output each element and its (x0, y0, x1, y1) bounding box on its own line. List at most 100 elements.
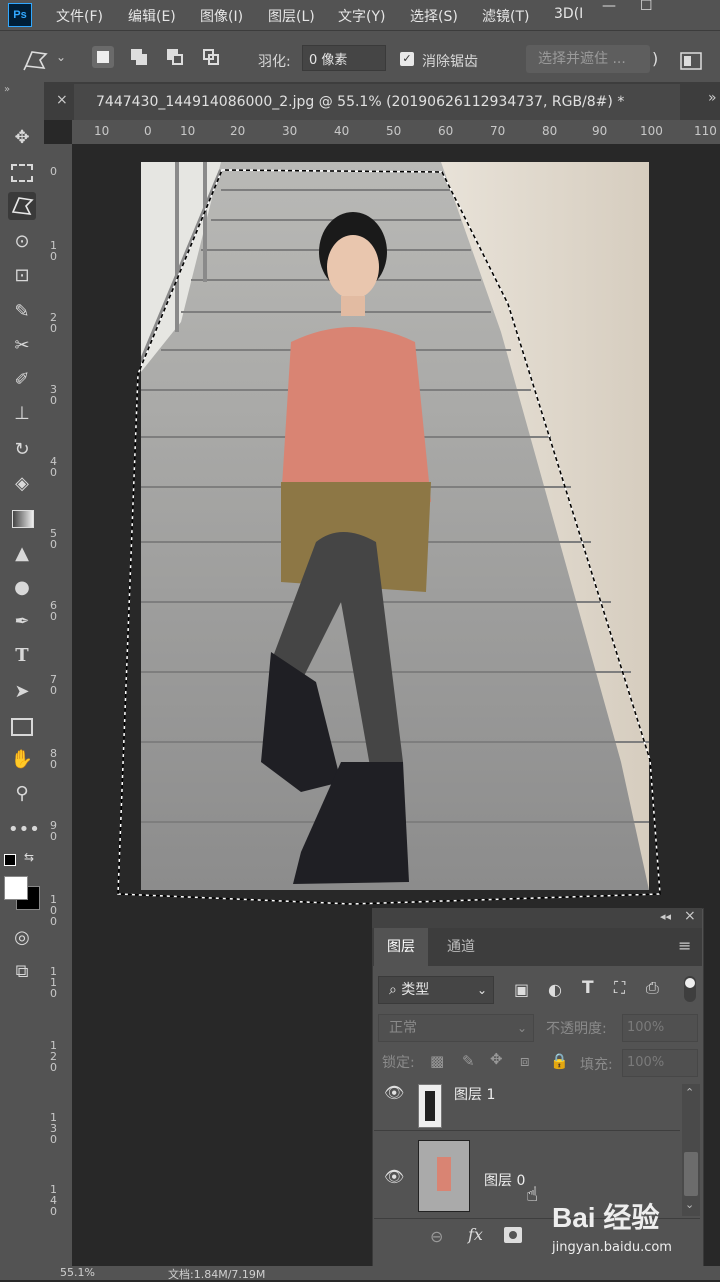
screen-mode-icon[interactable]: ⧉ (8, 958, 36, 986)
tab-layers[interactable]: 图层 (374, 928, 428, 966)
path-select-icon[interactable]: ➤ (8, 678, 36, 706)
minimize-button[interactable]: — (602, 0, 616, 14)
scrollbar-thumb[interactable] (684, 1152, 698, 1196)
select-and-mask-button[interactable]: 选择并遮住 ... (526, 45, 650, 73)
chevron-right-icon[interactable]: ) (652, 49, 658, 68)
layer-thumbnail (418, 1084, 442, 1128)
layer-row[interactable]: 👁 图层 1 (374, 1080, 680, 1131)
menu-image[interactable]: 图像(I) (200, 6, 243, 26)
panel-menu-icon[interactable]: ≡ (678, 936, 691, 955)
close-icon[interactable]: × (684, 908, 696, 924)
rectangle-icon[interactable] (8, 712, 36, 740)
opacity-input[interactable]: 100% (622, 1014, 698, 1042)
feather-label: 羽化: (258, 54, 291, 70)
chevron-down-icon: ⌄ (476, 983, 487, 997)
feather-input[interactable]: 0 像素 (302, 45, 386, 71)
menu-type[interactable]: 文字(Y) (338, 6, 385, 26)
panel-header: ◂◂ × (372, 908, 702, 928)
shape-filter-icon[interactable]: ⛶ (614, 978, 625, 998)
close-icon[interactable]: × (56, 92, 68, 108)
add-selection-button[interactable] (128, 46, 150, 68)
default-colors-icon[interactable] (4, 854, 16, 866)
chevron-right-icon[interactable]: » (708, 90, 717, 106)
antialias-label: 消除锯齿 (422, 54, 478, 70)
quick-select-icon[interactable]: ⊙ (8, 228, 36, 256)
menu-3d[interactable]: 3D(I (554, 6, 583, 22)
smart-object-filter-icon[interactable]: ⎙ (646, 978, 659, 998)
fill-label: 填充: (580, 1057, 613, 1073)
layer-name[interactable]: 图层 1 (454, 1084, 495, 1104)
lock-position-icon[interactable]: ✥ (490, 1050, 503, 1068)
menu-filter[interactable]: 滤镜(T) (482, 6, 529, 26)
fill-input[interactable]: 100% (622, 1049, 698, 1077)
type-filter-icon[interactable]: T (582, 978, 594, 998)
subtract-selection-button[interactable] (164, 46, 186, 68)
eye-icon[interactable]: 👁 (384, 1085, 404, 1101)
image-filter-icon[interactable]: ▣ (514, 980, 529, 999)
chevron-down-icon[interactable]: ⌄ (56, 50, 66, 64)
lasso-preset-icon[interactable] (22, 48, 50, 72)
chevron-up-icon[interactable]: ⌃ (685, 1086, 694, 1099)
lock-artboard-icon[interactable]: ⧈ (520, 1052, 530, 1070)
ruler-left: 0 1 0 2 0 3 0 4 0 5 0 6 0 7 0 8 0 9 0 1 … (44, 144, 73, 1280)
eraser-icon[interactable]: ◈ (8, 470, 36, 498)
swap-colors-icon[interactable]: ⇆ (24, 850, 34, 864)
quick-mask-icon[interactable]: ◎ (8, 924, 36, 952)
window-controls: — ☐ (588, 0, 720, 18)
more-tools-icon[interactable]: ••• (8, 816, 40, 844)
layer-name[interactable]: 图层 0 (484, 1170, 525, 1190)
blur-icon[interactable]: ▲ (8, 540, 36, 568)
layer-thumbnail (418, 1140, 470, 1212)
move-icon[interactable]: ✥ (8, 124, 36, 152)
new-selection-button[interactable] (92, 46, 114, 68)
antialias-checkbox[interactable]: ✓ (400, 52, 414, 66)
eyedropper-icon[interactable]: ✎ (8, 298, 36, 326)
lock-pixels-icon[interactable]: ✎ (462, 1052, 475, 1070)
zoom-level[interactable]: 55.1% (60, 1266, 95, 1279)
document-tab[interactable]: 7447430_144914086000_2.jpg @ 55.1% (2019… (74, 84, 680, 120)
filter-toggle[interactable] (684, 976, 696, 1002)
link-icon[interactable]: ⊖ (430, 1227, 443, 1246)
zoom-icon[interactable]: ⚲ (8, 780, 36, 808)
history-brush-icon[interactable]: ↻ (8, 436, 36, 464)
fx-icon[interactable]: fx (468, 1225, 483, 1244)
panel-layout-icon[interactable] (680, 52, 702, 70)
layer-kind-filter[interactable]: ⌕ 类型 ⌄ (378, 976, 494, 1004)
mask-icon[interactable] (504, 1227, 522, 1243)
chevron-down-icon: ⌄ (516, 1021, 527, 1035)
maximize-button[interactable]: ☐ (640, 0, 653, 14)
tab-channels[interactable]: 通道 (436, 928, 486, 966)
menu-layer[interactable]: 图层(L) (268, 6, 315, 26)
ruler-top: 10 0 10 20 30 40 50 60 70 80 90 100 110 (72, 120, 720, 145)
photoshop-logo: Ps (8, 3, 32, 27)
crop-icon[interactable]: ⊡ (8, 262, 36, 290)
pen-icon[interactable]: ✒ (8, 608, 36, 636)
polygonal-lasso-icon[interactable] (8, 192, 36, 220)
opacity-label: 不透明度: (546, 1021, 607, 1037)
watermark: Bai 经验 jingyan.baidu.com (552, 1196, 692, 1266)
foreground-color-swatch[interactable] (4, 876, 28, 900)
blend-mode-select[interactable]: 正常 ⌄ (378, 1014, 534, 1042)
marquee-icon[interactable] (8, 158, 36, 186)
lock-transparency-icon[interactable]: ▩ (430, 1052, 444, 1070)
stamp-icon[interactable]: ⊥ (8, 400, 36, 428)
collapse-icon[interactable]: ◂◂ (660, 910, 671, 923)
gradient-icon[interactable] (8, 504, 36, 532)
adjustment-filter-icon[interactable]: ◐ (548, 980, 562, 999)
document-tab-title: 7447430_144914086000_2.jpg @ 55.1% (2019… (96, 94, 625, 110)
collapse-icon[interactable]: » (4, 84, 10, 95)
healing-brush-icon[interactable]: ✂ (8, 332, 36, 360)
watermark-url: jingyan.baidu.com (552, 1240, 672, 1255)
menu-edit[interactable]: 编辑(E) (128, 6, 176, 26)
brush-icon[interactable]: ✐ (8, 366, 36, 394)
hand-icon[interactable]: ✋ (8, 746, 36, 774)
lock-all-icon[interactable]: 🔒 (550, 1052, 569, 1070)
dodge-icon[interactable]: ● (8, 574, 36, 602)
menu-select[interactable]: 选择(S) (410, 6, 458, 26)
menu-file[interactable]: 文件(F) (56, 6, 103, 26)
intersect-selection-button[interactable] (200, 46, 222, 68)
type-icon[interactable]: T (8, 642, 36, 670)
selection-marquee (117, 169, 661, 905)
eye-icon[interactable]: 👁 (384, 1169, 404, 1185)
hand-cursor-icon: ☝ (526, 1182, 539, 1206)
